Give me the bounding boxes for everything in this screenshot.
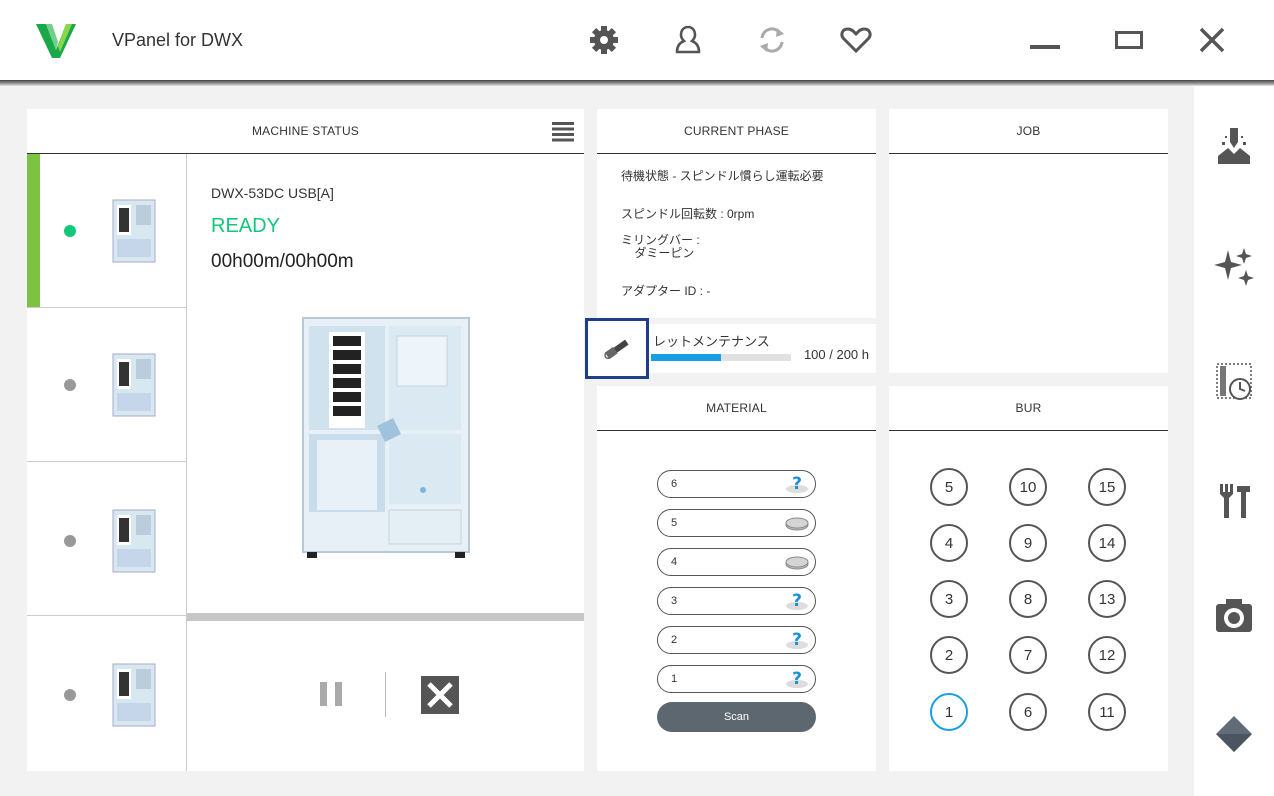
machine-name: DWX-53DC USB[A] [211,185,334,201]
user-icon[interactable] [670,22,706,58]
maximize-button[interactable] [1109,22,1149,58]
maintenance-hours: 100 / 200 h [803,347,869,362]
material-slot[interactable]: 6? [657,470,816,498]
material-slot-number: 2 [671,634,678,646]
machine-list-item[interactable] [27,616,186,770]
machine-list [27,154,187,771]
bur-slot[interactable]: 14 [1088,524,1126,562]
maintenance-progress-bar [651,354,791,361]
maintenance-progress-fill [651,354,721,361]
material-slot[interactable]: 2? [657,626,816,654]
phase-status: 待機状態 - スピンドル慣らし運転必要 [621,169,824,183]
control-divider [385,672,386,717]
bur-slot[interactable]: 3 [930,580,968,618]
material-header: MATERIAL [597,386,876,431]
material-slot-number: 5 [671,517,678,529]
svg-text:?: ? [792,474,802,494]
bur-slot[interactable]: 10 [1009,468,1047,506]
scan-button[interactable]: Scan [657,702,816,732]
svg-text:?: ? [792,630,802,650]
material-slot-number: 6 [671,478,678,490]
machine-thumbnail [112,353,156,417]
cancel-icon[interactable] [421,676,459,714]
material-slot-number: 1 [671,673,678,685]
bur-slot[interactable]: 5 [930,468,968,506]
material-slot-number: 4 [671,556,678,568]
milling-bar: ミリングバー : ダミーピン [621,233,700,260]
pause-icon[interactable] [317,679,345,709]
machine-time: 00h00m/00h00m [211,251,354,272]
bur-slot[interactable]: 9 [1009,524,1047,562]
question-icon: ? [786,474,808,494]
material-panel: MATERIAL 6? 5 4 3? 2? 1? Scan [597,386,876,771]
bur-header: BUR [889,386,1168,431]
bur-slot[interactable]: 8 [1009,580,1047,618]
right-sidebar [1194,86,1274,796]
svg-text:?: ? [792,669,802,689]
bur-slot[interactable]: 6 [1009,693,1047,731]
current-phase-header: CURRENT PHASE [597,109,876,154]
bur-slot[interactable]: 4 [930,524,968,562]
bur-slot[interactable]: 2 [930,636,968,674]
adapter-id: アダプター ID : - [621,284,711,298]
bur-slot[interactable]: 11 [1088,693,1126,731]
heart-icon[interactable] [838,22,874,58]
question-icon: ? [786,630,808,650]
minimize-button[interactable] [1025,22,1065,58]
current-phase-panel: CURRENT PHASE 待機状態 - スピンドル慣らし運転必要 スピンドル回… [585,109,876,379]
machine-list-item[interactable] [27,462,186,616]
status-dot [64,225,76,237]
disc-icon [785,556,809,570]
job-panel: JOB [889,109,1168,373]
machine-list-item[interactable] [27,308,186,462]
spindle-speed: スピンドル回転数 : 0rpm [621,207,755,221]
maintenance-button[interactable] [585,318,649,379]
job-header: JOB [889,109,1168,154]
gear-icon[interactable] [586,22,622,58]
machine-thumbnail [112,199,156,263]
bur-slot[interactable]: 1 [930,693,968,731]
machine-image [302,317,470,558]
status-dot [64,535,76,547]
machine-status-header: MACHINE STATUS [27,109,584,154]
bur-panel: BUR 5 4 3 2 1 10 9 8 7 6 15 14 13 12 11 [889,386,1168,771]
spindle-tool-icon [604,339,629,359]
material-slot-number: 3 [671,595,678,607]
status-dot [64,379,76,391]
material-slot[interactable]: 1? [657,665,816,693]
machine-status-panel: MACHINE STATUS DWX-53DC USB[A] READY 00h… [27,109,584,771]
material-slot[interactable]: 5 [657,509,816,537]
tools-icon[interactable] [1214,480,1254,520]
bur-slot[interactable]: 7 [1009,636,1047,674]
svg-text:?: ? [792,591,802,611]
milling-icon[interactable] [1214,126,1254,166]
bur-slot[interactable]: 15 [1088,468,1126,506]
title-bar: VPanel for DWX [0,0,1274,80]
close-button[interactable] [1192,22,1232,58]
machine-state: READY [211,215,280,237]
job-progress-strip [187,613,584,621]
menu-icon[interactable] [552,122,574,142]
sparkle-icon[interactable] [1214,246,1254,286]
app-title: VPanel for DWX [112,30,244,50]
refresh-icon[interactable] [754,22,790,58]
material-slot[interactable]: 3? [657,587,816,615]
material-slot[interactable]: 4 [657,548,816,576]
diamond-icon[interactable] [1214,714,1254,754]
machine-list-item[interactable] [27,154,186,308]
maintenance-label: レットメンテナンス [653,334,770,349]
camera-icon[interactable] [1214,596,1254,636]
vpanel-logo-icon [36,24,76,58]
disc-icon [785,517,809,531]
title-bar-shadow [0,80,1274,86]
question-icon: ? [786,591,808,611]
question-icon: ? [786,669,808,689]
bur-slot[interactable]: 13 [1088,580,1126,618]
machine-thumbnail [112,663,156,727]
bur-slot[interactable]: 12 [1088,636,1126,674]
status-dot [64,689,76,701]
tool-time-icon[interactable] [1214,362,1254,402]
machine-thumbnail [112,509,156,573]
